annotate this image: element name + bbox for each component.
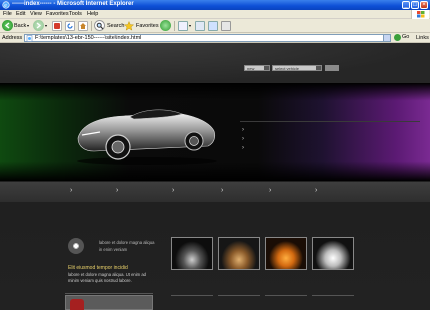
stop-icon[interactable] bbox=[52, 21, 62, 31]
address-label: Address bbox=[2, 35, 23, 41]
toolbar-separator bbox=[91, 21, 92, 31]
address-bar: Address F:\templates\13-ebr-150------\si… bbox=[0, 33, 430, 43]
nav-item-2[interactable]: › bbox=[116, 187, 126, 197]
address-input[interactable]: F:\templates\13-ebr-150------\site\index… bbox=[24, 34, 391, 42]
gallery-divider bbox=[171, 295, 213, 296]
forward-dropdown-icon[interactable]: ▾ bbox=[45, 23, 47, 28]
title-bar: e ------index------ - Microsoft Internet… bbox=[0, 0, 430, 10]
home-icon[interactable] bbox=[78, 21, 88, 31]
gallery-divider bbox=[218, 295, 260, 296]
favorites-star-icon[interactable] bbox=[124, 21, 134, 31]
mail-dropdown-icon[interactable]: ▾ bbox=[189, 23, 191, 28]
hero-divider bbox=[240, 121, 420, 122]
chevron-down-icon bbox=[264, 66, 269, 70]
vehicle-select[interactable]: select vehicle bbox=[272, 65, 322, 71]
menu-view[interactable]: View bbox=[30, 11, 42, 17]
gallery-thumb-4[interactable] bbox=[312, 237, 354, 270]
discuss-icon[interactable] bbox=[221, 21, 231, 31]
back-label[interactable]: Back bbox=[14, 23, 26, 29]
hero-link-2[interactable]: › bbox=[242, 136, 248, 142]
chevron-down-icon bbox=[316, 66, 321, 70]
bottom-thumbnail[interactable] bbox=[65, 295, 153, 310]
menu-favorites[interactable]: Favorites bbox=[46, 11, 69, 17]
window-title: ------index------ - Microsoft Internet E… bbox=[12, 1, 134, 7]
toolbar-separator bbox=[174, 21, 175, 31]
feature-title[interactable]: Elit eiusmod tempor incidid bbox=[68, 265, 128, 271]
menu-edit[interactable]: Edit bbox=[16, 11, 25, 17]
history-icon[interactable] bbox=[160, 20, 171, 31]
windows-logo-icon bbox=[411, 10, 429, 19]
address-dropdown-icon[interactable] bbox=[383, 35, 390, 41]
menu-file[interactable]: File bbox=[3, 11, 12, 17]
go-label[interactable]: Go bbox=[402, 34, 409, 40]
nav-item-5[interactable]: › bbox=[269, 187, 279, 197]
search-label[interactable]: Search bbox=[107, 23, 124, 29]
menu-bar: File Edit View Favorites Tools Help bbox=[0, 10, 430, 19]
car-image bbox=[70, 299, 84, 310]
gear-icon bbox=[68, 238, 84, 254]
back-dropdown-icon[interactable]: ▾ bbox=[27, 23, 29, 28]
nav-item-1[interactable]: › bbox=[70, 187, 80, 197]
gallery-thumb-3[interactable] bbox=[265, 237, 307, 270]
close-button[interactable]: × bbox=[420, 1, 428, 9]
gallery-thumb-2[interactable] bbox=[218, 237, 260, 270]
site-nav: › › › › › › bbox=[0, 182, 430, 202]
feature-divider bbox=[65, 293, 153, 294]
gallery-divider bbox=[265, 295, 307, 296]
site-header bbox=[0, 43, 430, 83]
forward-arrow-icon[interactable] bbox=[33, 20, 44, 31]
go-button[interactable]: Go bbox=[394, 34, 412, 42]
maximize-button[interactable]: □ bbox=[411, 1, 419, 9]
toolbar: Back ▾ ▾ Search Favorites ▾ bbox=[0, 19, 430, 33]
search-go-button[interactable] bbox=[325, 65, 339, 71]
gallery-divider bbox=[312, 295, 354, 296]
feature-text: labore et dolore magna aliqua in enim ve… bbox=[99, 240, 155, 252]
favorites-label[interactable]: Favorites bbox=[136, 23, 159, 29]
menu-tools[interactable]: Tools bbox=[69, 11, 82, 17]
mail-icon[interactable] bbox=[178, 21, 188, 31]
back-arrow-icon[interactable] bbox=[2, 20, 13, 31]
address-url[interactable]: F:\templates\13-ebr-150------\site\index… bbox=[35, 35, 141, 41]
ie-logo-icon: e bbox=[2, 1, 10, 9]
gallery-thumb-1[interactable] bbox=[171, 237, 213, 270]
links-label[interactable]: Links bbox=[416, 35, 429, 41]
page-icon bbox=[26, 35, 33, 42]
go-arrow-icon[interactable] bbox=[394, 34, 401, 41]
nav-item-3[interactable]: › bbox=[172, 187, 182, 197]
vehicle-select-value: select vehicle bbox=[275, 65, 300, 71]
print-icon[interactable] bbox=[195, 21, 205, 31]
refresh-icon[interactable] bbox=[65, 21, 75, 31]
language-select[interactable]: new bbox=[244, 65, 270, 71]
nav-item-6[interactable]: › bbox=[315, 187, 325, 197]
svg-text:e: e bbox=[4, 3, 7, 9]
edit-page-icon[interactable] bbox=[208, 21, 218, 31]
minimize-button[interactable]: _ bbox=[402, 1, 410, 9]
feature-description: labore et dolore magna aliqua. Ut enim a… bbox=[68, 272, 146, 283]
hero-link-3[interactable]: › bbox=[242, 145, 248, 151]
menu-help[interactable]: Help bbox=[87, 11, 98, 17]
web-page: new select vehicle › › › › › › › › › lab… bbox=[0, 43, 430, 310]
nav-item-4[interactable]: › bbox=[221, 187, 231, 197]
search-icon[interactable] bbox=[94, 20, 105, 31]
hero-link-1[interactable]: › bbox=[242, 127, 248, 133]
sports-car-image bbox=[77, 109, 217, 165]
language-select-value: new bbox=[247, 65, 255, 71]
